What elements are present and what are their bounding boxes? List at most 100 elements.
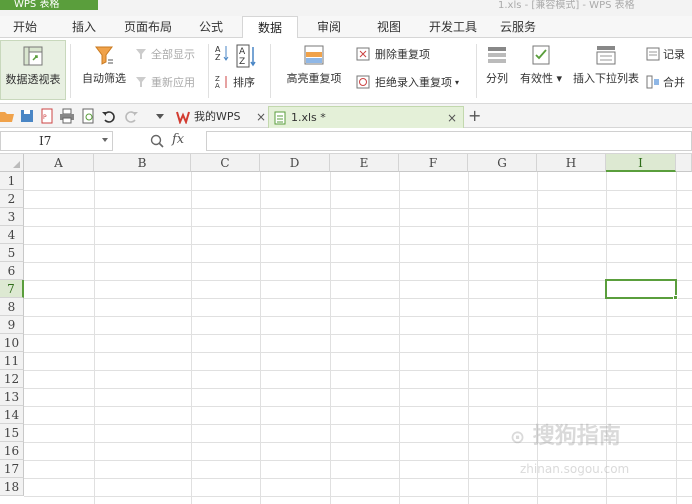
row-header-2[interactable]: 2 <box>0 190 24 208</box>
pivot-table-button[interactable]: 数据透视表 <box>0 40 66 100</box>
row-header-14[interactable]: 14 <box>0 406 24 424</box>
column-header-d[interactable]: D <box>260 154 330 172</box>
row-header-7[interactable]: 7 <box>0 280 24 298</box>
tab-file-1xls[interactable]: 1.xls * × <box>268 106 464 128</box>
column-header-f[interactable]: F <box>399 154 468 172</box>
merge-button[interactable]: 合并 <box>646 74 685 90</box>
reapply-button[interactable]: 重新应用 <box>134 74 195 90</box>
row-header-13[interactable]: 13 <box>0 388 24 406</box>
validity-button[interactable]: 有效性 ▾ <box>516 44 566 86</box>
quick-access-bar: P 我的WPS × 1.xls * × + <box>0 104 692 128</box>
row-header-5[interactable]: 5 <box>0 244 24 262</box>
row-header-6[interactable]: 6 <box>0 262 24 280</box>
column-header-overflow <box>676 154 692 172</box>
sort-asc-icon[interactable]: AZ <box>214 44 230 62</box>
row-header-17[interactable]: 17 <box>0 460 24 478</box>
delete-duplicates-button[interactable]: 删除重复项 <box>356 46 430 62</box>
funnel-icon <box>136 49 146 59</box>
grid-line <box>94 172 95 504</box>
row-header-18[interactable]: 18 <box>0 478 24 496</box>
formula-input[interactable] <box>206 131 692 151</box>
redo-icon[interactable] <box>123 108 139 124</box>
sort-big-icon[interactable]: AZ <box>236 44 258 68</box>
row-header-3[interactable]: 3 <box>0 208 24 226</box>
tab-page-layout[interactable]: 页面布局 <box>116 16 180 38</box>
row-header-9[interactable]: 9 <box>0 316 24 334</box>
open-folder-icon[interactable] <box>0 108 16 124</box>
fx-icon[interactable]: fx <box>172 132 184 147</box>
close-icon[interactable]: × <box>447 107 457 129</box>
menu-bar: 开始 插入 页面布局 公式 数据 审阅 视图 开发工具 云服务 <box>0 16 692 39</box>
select-all-corner[interactable] <box>0 154 24 172</box>
spreadsheet-grid[interactable]: A B C D E F G H I 1 2 3 4 5 6 7 8 9 10 1… <box>0 154 692 504</box>
row-header-11[interactable]: 11 <box>0 352 24 370</box>
export-pdf-icon[interactable]: P <box>39 108 55 124</box>
tab-developer[interactable]: 开发工具 <box>422 16 484 38</box>
row-header-4[interactable]: 4 <box>0 226 24 244</box>
fill-handle[interactable] <box>673 295 678 300</box>
split-column-label: 分列 <box>486 72 508 85</box>
split-column-button[interactable]: 分列 <box>480 44 514 86</box>
row-header-10[interactable]: 10 <box>0 334 24 352</box>
tab-review[interactable]: 审阅 <box>304 16 354 38</box>
row-header-1[interactable]: 1 <box>0 172 24 190</box>
reject-duplicates-button[interactable]: 拒绝录入重复项 ▾ <box>356 74 459 90</box>
tab-my-wps[interactable]: 我的WPS × <box>172 106 268 128</box>
column-header-g[interactable]: G <box>468 154 537 172</box>
tab-cloud[interactable]: 云服务 <box>490 16 546 38</box>
tab-insert[interactable]: 插入 <box>58 16 110 38</box>
column-header-h[interactable]: H <box>537 154 606 172</box>
grid-line <box>468 172 469 504</box>
print-preview-icon[interactable] <box>80 108 96 124</box>
name-box[interactable]: I7 <box>0 131 113 151</box>
show-all-button[interactable]: 全部显示 <box>134 46 195 62</box>
save-icon[interactable] <box>19 108 35 124</box>
funnel-icon <box>95 46 113 65</box>
grid-line <box>24 280 692 281</box>
grid-line <box>537 172 538 504</box>
close-icon[interactable]: × <box>256 106 266 128</box>
delete-duplicates-label: 删除重复项 <box>375 48 430 61</box>
row-header-8[interactable]: 8 <box>0 298 24 316</box>
grid-line <box>260 172 261 504</box>
insert-dropdown-button[interactable]: 插入下拉列表 <box>570 44 642 86</box>
column-header-i[interactable]: I <box>606 154 676 172</box>
reject-duplicates-icon <box>356 75 370 89</box>
record-button[interactable]: 记录 <box>646 46 685 62</box>
column-header-e[interactable]: E <box>330 154 399 172</box>
autofilter-button[interactable]: 自动筛选 <box>76 44 132 86</box>
ribbon-data: 数据透视表 自动筛选 全部显示 重新应用 AZ AZ ZA 排序 高亮重复项 删… <box>0 38 692 104</box>
tab-view[interactable]: 视图 <box>364 16 414 38</box>
chevron-down-icon[interactable] <box>152 108 168 124</box>
grid-line <box>24 370 692 371</box>
grid-line <box>676 172 677 504</box>
active-cell-i7[interactable] <box>605 279 677 299</box>
column-header-a[interactable]: A <box>24 154 94 172</box>
grid-line <box>24 460 692 461</box>
row-header-12[interactable]: 12 <box>0 370 24 388</box>
divider <box>476 44 477 98</box>
sort-button[interactable]: ZA 排序 <box>214 74 255 90</box>
highlight-duplicates-button[interactable]: 高亮重复项 <box>278 44 350 86</box>
row-header-15[interactable]: 15 <box>0 424 24 442</box>
zoom-search-icon[interactable] <box>150 134 164 148</box>
tab-data[interactable]: 数据 <box>242 16 298 39</box>
tab-start[interactable]: 开始 <box>0 16 50 38</box>
tab-formula[interactable]: 公式 <box>186 16 236 38</box>
print-icon[interactable] <box>59 108 75 124</box>
add-tab-icon[interactable]: + <box>468 106 481 125</box>
row-header-16[interactable]: 16 <box>0 442 24 460</box>
chevron-down-icon[interactable] <box>102 138 108 142</box>
column-header-b[interactable]: B <box>94 154 191 172</box>
dropdown-list-icon <box>596 46 616 65</box>
funnel-refresh-icon <box>136 77 146 87</box>
svg-text:A: A <box>215 82 220 89</box>
grid-line <box>24 262 692 263</box>
grid-line <box>191 172 192 504</box>
formula-bar: I7 fx <box>0 128 692 154</box>
merge-icon <box>646 75 659 89</box>
app-badge[interactable]: WPS 表格 <box>0 0 98 10</box>
validity-icon <box>532 45 550 65</box>
undo-icon[interactable] <box>101 108 117 124</box>
column-header-c[interactable]: C <box>191 154 260 172</box>
